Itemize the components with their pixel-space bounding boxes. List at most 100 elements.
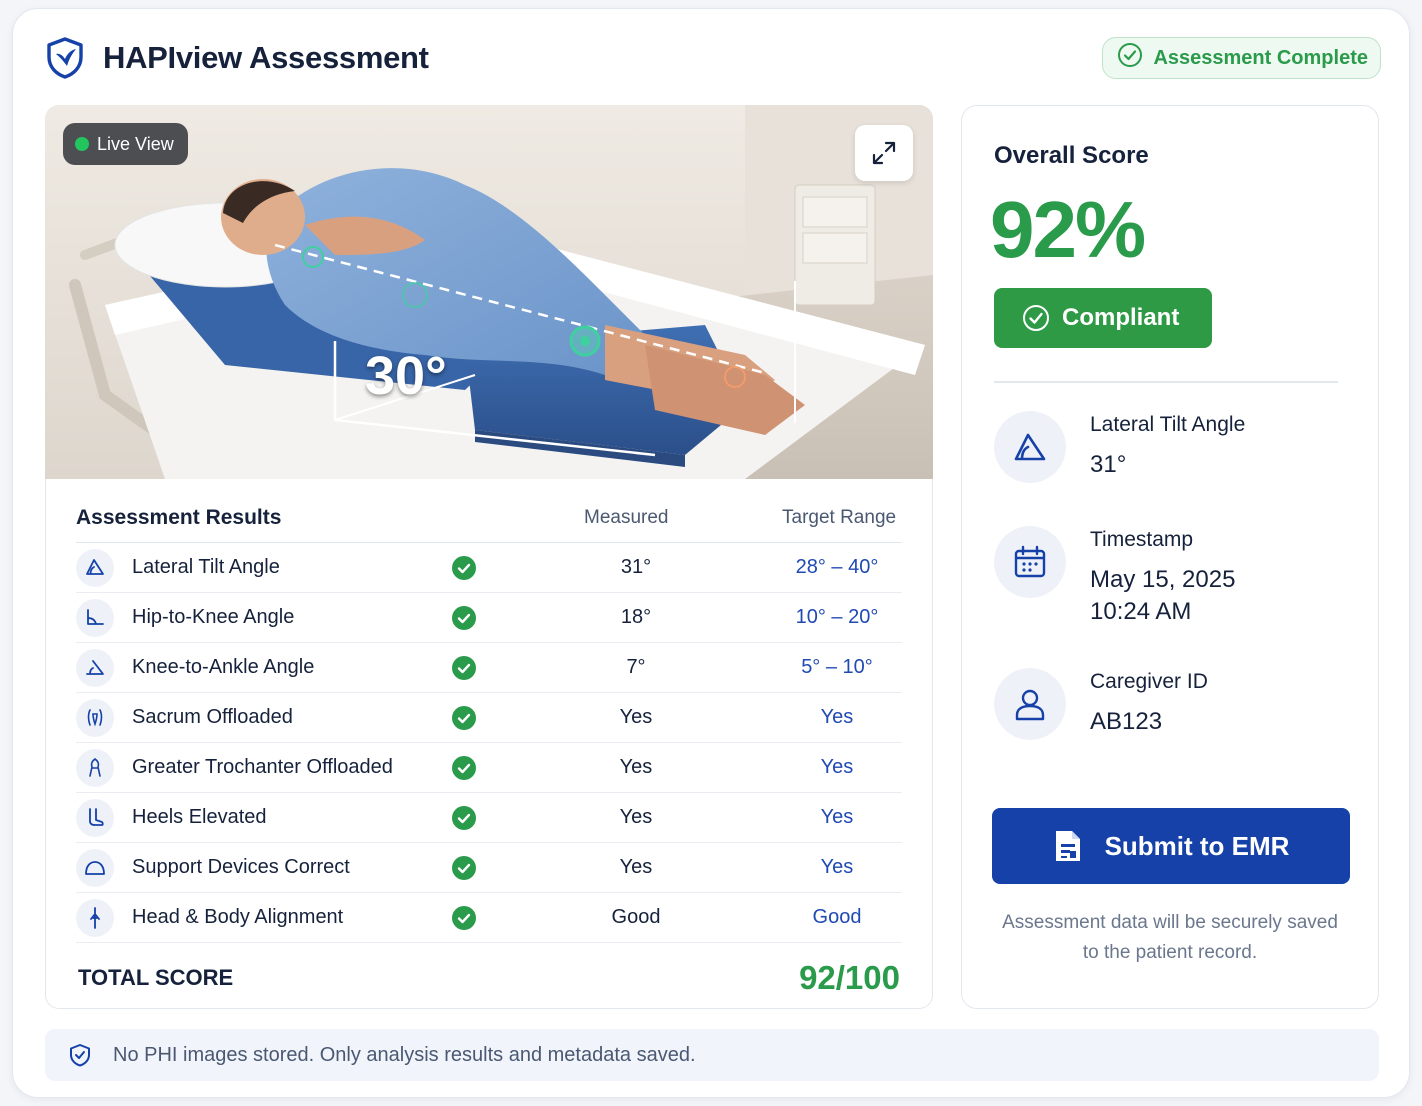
privacy-footer: No PHI images stored. Only analysis resu… — [45, 1029, 1379, 1081]
check-circle-icon — [1117, 42, 1143, 74]
header: HAPIview Assessment Assessment Complete — [45, 33, 1381, 83]
caregiver-info: Caregiver ID AB123 — [994, 668, 1348, 740]
check-status — [452, 605, 476, 630]
results-title: Assessment Results — [76, 505, 282, 529]
check-icon — [452, 555, 476, 580]
timestamp-label: Timestamp — [1090, 528, 1194, 551]
assessment-results-table: Assessment Results Measured Target Range… — [45, 479, 933, 1009]
overall-score-title: Overall Score — [994, 142, 1149, 169]
row-measured: Yes — [619, 756, 653, 778]
hip-knee-icon — [76, 598, 114, 637]
table-row: Heels Elevated Yes Yes — [76, 793, 902, 843]
user-icon — [994, 668, 1066, 740]
row-measured: Good — [611, 906, 661, 928]
badge-label: Assessment Complete — [1153, 46, 1368, 69]
check-icon — [452, 605, 476, 630]
assessment-complete-badge: Assessment Complete — [1102, 37, 1381, 79]
row-target: Yes — [820, 706, 854, 728]
row-measured: Yes — [619, 706, 653, 728]
row-measured: Yes — [619, 806, 653, 828]
total-score-row: TOTAL SCORE 92/100 — [78, 953, 900, 1003]
check-status — [452, 755, 476, 780]
check-status — [452, 855, 476, 880]
timestamp-time: 10:24 AM — [1090, 598, 1192, 625]
row-measured: Yes — [619, 856, 653, 878]
check-icon — [452, 755, 476, 780]
row-measured: 18° — [620, 606, 652, 628]
privacy-note-text: No PHI images stored. Only analysis resu… — [113, 1043, 696, 1066]
heel-icon — [76, 798, 114, 837]
check-icon — [452, 905, 476, 930]
assessment-window: HAPIview Assessment Assessment Complete — [12, 8, 1410, 1098]
tilt-angle-value: 31° — [1090, 451, 1127, 478]
live-status-dot — [75, 137, 89, 151]
support-device-icon — [76, 848, 114, 887]
expand-icon — [872, 141, 896, 165]
row-target: Good — [812, 906, 862, 928]
live-view-label: Live View — [97, 133, 174, 154]
table-row: Knee-to-Ankle Angle 7° 5° – 10° — [76, 643, 902, 693]
table-row: Greater Trochanter Offloaded Yes Yes — [76, 743, 902, 793]
column-measured: Measured — [584, 506, 669, 528]
row-target: 28° – 40° — [795, 556, 879, 578]
overall-score-value: 92% — [990, 185, 1146, 274]
compliant-status-badge: Compliant — [994, 288, 1212, 348]
row-label: Support Devices Correct — [132, 856, 350, 878]
tilt-angle-overlay: 30° — [365, 346, 447, 406]
table-row: Support Devices Correct Yes Yes — [76, 843, 902, 893]
row-label: Heels Elevated — [132, 806, 267, 828]
check-status — [452, 805, 476, 830]
calendar-icon — [994, 526, 1066, 598]
row-measured: 31° — [620, 556, 652, 578]
column-target-range: Target Range — [782, 506, 897, 528]
table-row: Hip-to-Knee Angle 18° 10° – 20° — [76, 593, 902, 643]
expand-button[interactable] — [855, 125, 913, 181]
row-label: Knee-to-Ankle Angle — [132, 656, 315, 678]
trochanter-icon — [76, 748, 114, 787]
check-icon — [452, 655, 476, 680]
check-icon — [452, 705, 476, 730]
row-target: Yes — [820, 856, 854, 878]
check-icon — [452, 855, 476, 880]
table-row: Sacrum Offloaded Yes Yes — [76, 693, 902, 743]
submit-label: Submit to EMR — [1104, 830, 1290, 861]
sacrum-icon — [76, 698, 114, 737]
check-circle-icon — [1023, 305, 1049, 331]
app-title: HAPIview Assessment — [103, 40, 429, 75]
angle-icon — [76, 548, 114, 587]
row-target: 10° – 20° — [795, 606, 879, 628]
live-view-panel: Live View 30° — [45, 105, 933, 479]
check-status — [452, 555, 476, 580]
table-header: Assessment Results Measured Target Range — [76, 493, 902, 543]
check-status — [452, 705, 476, 730]
row-label: Lateral Tilt Angle — [132, 556, 280, 578]
shield-check-icon — [70, 1044, 90, 1067]
caregiver-label: Caregiver ID — [1090, 670, 1208, 693]
row-measured: 7° — [626, 656, 646, 678]
shield-logo-icon — [45, 36, 85, 80]
submit-to-emr-button[interactable]: Submit to EMR — [992, 808, 1350, 884]
total-score-value: 92/100 — [799, 959, 900, 996]
table-row: Lateral Tilt Angle 31° 28° – 40° — [76, 543, 902, 593]
live-view-indicator: Live View — [63, 123, 188, 165]
compliant-label: Compliant — [1062, 304, 1180, 331]
brand: HAPIview Assessment — [45, 36, 429, 80]
row-label: Greater Trochanter Offloaded — [132, 756, 393, 778]
summary-panel: Overall Score 92% Compliant Lateral Tilt… — [961, 105, 1379, 1009]
divider — [994, 381, 1338, 383]
total-score-label: TOTAL SCORE — [78, 965, 234, 990]
timestamp-info: Timestamp May 15, 2025 10:24 AM — [994, 526, 1348, 628]
angle-icon — [994, 411, 1066, 483]
tilt-angle-label: Lateral Tilt Angle — [1090, 413, 1246, 436]
row-target: Yes — [820, 806, 854, 828]
row-target: 5° – 10° — [801, 656, 873, 678]
row-label: Head & Body Alignment — [132, 906, 344, 928]
timestamp-date: May 15, 2025 — [1090, 566, 1236, 593]
tilt-angle-info: Lateral Tilt Angle 31° — [994, 411, 1348, 483]
document-icon — [1055, 831, 1080, 861]
knee-ankle-icon — [76, 648, 114, 687]
row-label: Sacrum Offloaded — [132, 706, 293, 728]
row-target: Yes — [820, 756, 854, 778]
table-row: Head & Body Alignment Good Good — [76, 893, 902, 943]
check-icon — [452, 805, 476, 830]
